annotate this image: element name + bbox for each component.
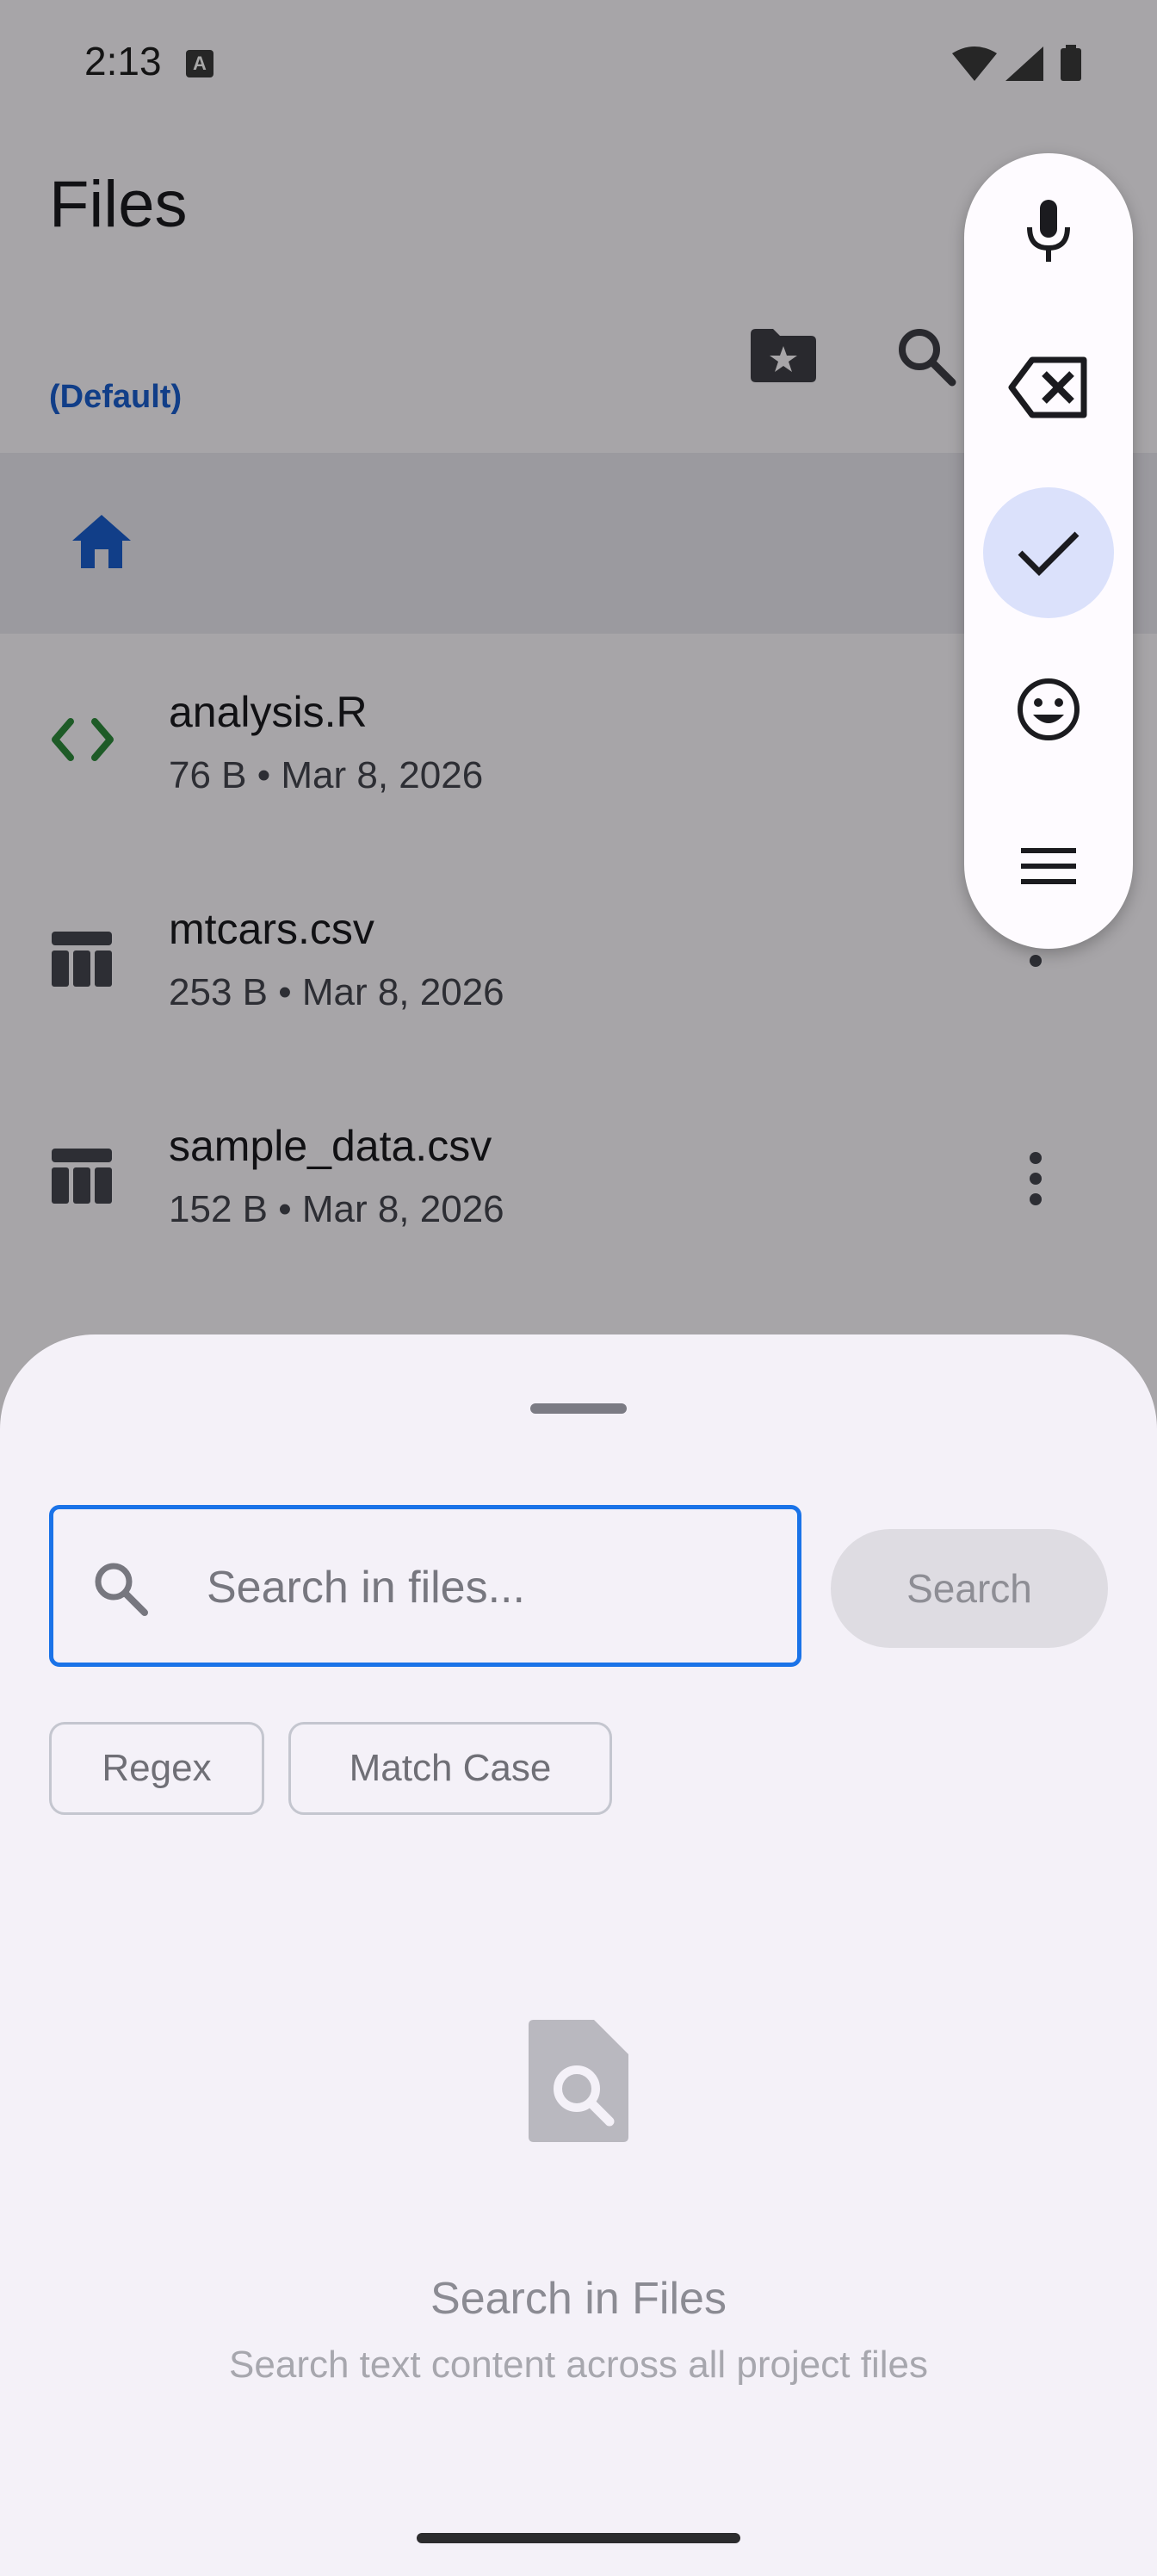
empty-state-description: Search text content across all project f… (229, 2344, 928, 2386)
gesture-bar[interactable] (417, 2533, 740, 2543)
search-field[interactable] (49, 1505, 801, 1667)
backspace-icon[interactable] (983, 322, 1114, 453)
menu-icon[interactable] (983, 801, 1114, 932)
file-search-icon (529, 2020, 628, 2146)
drag-handle[interactable] (530, 1403, 627, 1414)
screen: 2:13 A Files (Default) analysis.R 76 B •… (0, 0, 1157, 2576)
search-input[interactable] (205, 1544, 776, 1632)
search-button[interactable]: Search (831, 1529, 1108, 1648)
keyboard-toolbar (964, 153, 1133, 949)
search-icon (91, 1559, 150, 1622)
empty-state-title: Search in Files (430, 2274, 727, 2324)
emoji-icon[interactable] (983, 644, 1114, 775)
regex-chip[interactable]: Regex (49, 1722, 264, 1815)
check-icon[interactable] (983, 487, 1114, 618)
match-case-chip[interactable]: Match Case (288, 1722, 612, 1815)
mic-icon[interactable] (983, 165, 1114, 296)
search-bottom-sheet: Search Regex Match Case Search in Files … (0, 1334, 1157, 2576)
